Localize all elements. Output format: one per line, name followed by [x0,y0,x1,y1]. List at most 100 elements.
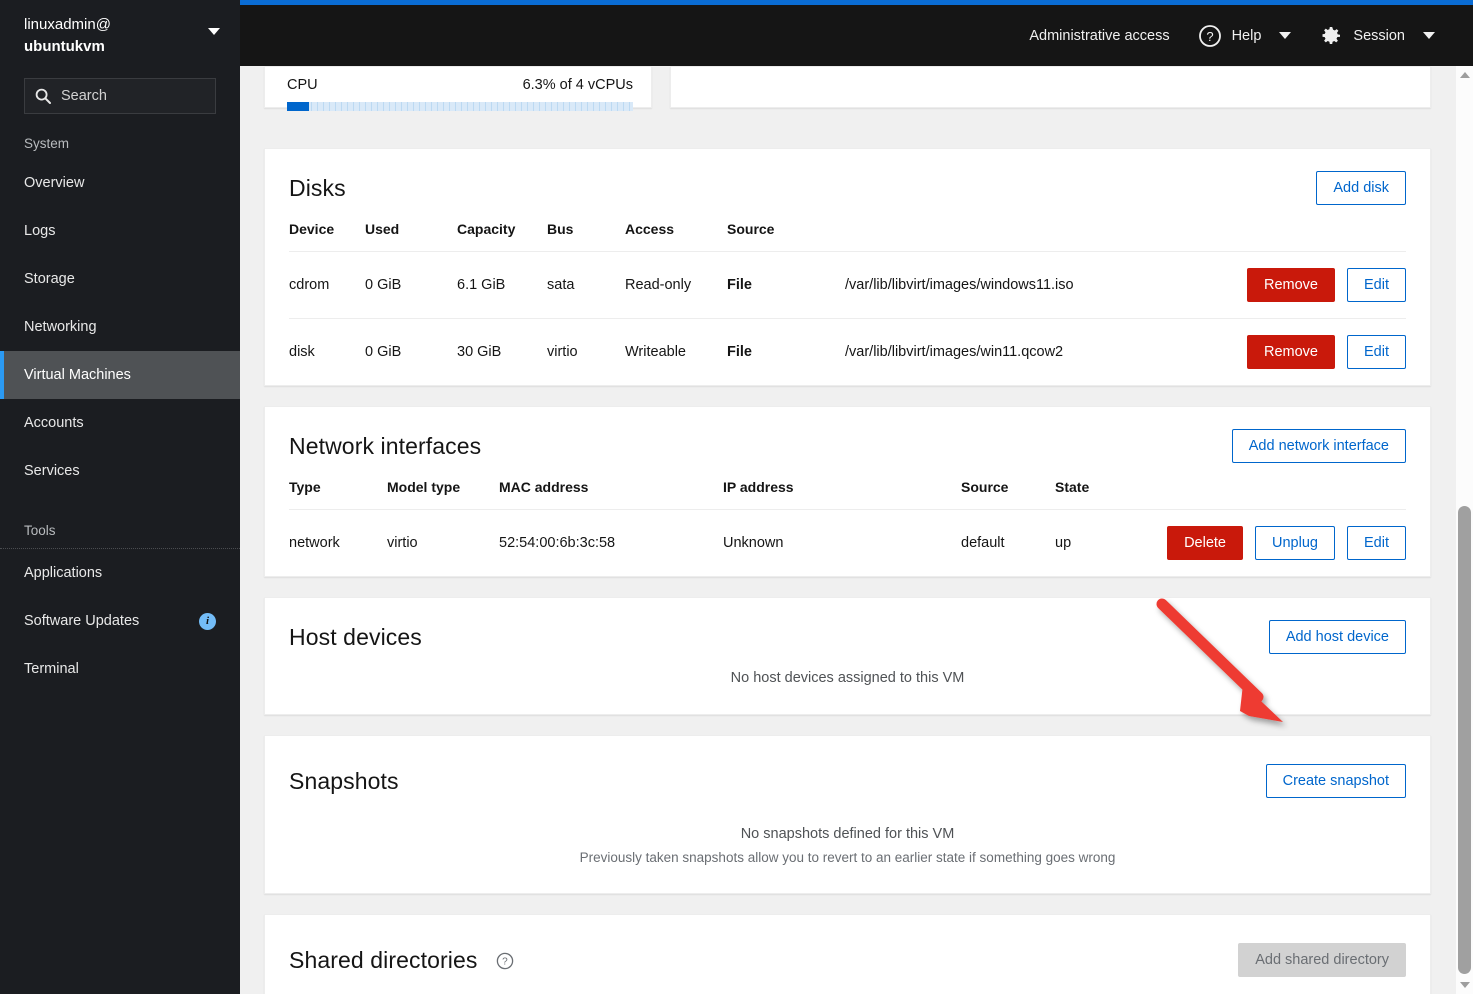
topbar: Administrative access ? Help Session [240,5,1473,66]
table-row: network virtio 52:54:00:6b:3c:58 Unknown… [289,509,1406,577]
sidebar-item-logs[interactable]: Logs [0,207,240,255]
add-disk-button[interactable]: Add disk [1316,171,1406,205]
svg-text:?: ? [1206,29,1213,44]
shared-directories-title-text: Shared directories [289,946,478,973]
network-interfaces-header: Network interfaces Add network interface [265,407,1430,479]
host-devices-title: Host devices [289,623,422,650]
column-header-source: Source [727,221,775,237]
edit-nic-button[interactable]: Edit [1347,526,1406,560]
add-host-device-button[interactable]: Add host device [1268,620,1406,654]
disks-table-wrap: Device Used Capacity Bus Access Source c… [265,221,1430,385]
disk-actions: Remove Edit [1198,319,1406,386]
page-content: CPU 6.3% of 4 vCPUs Disks Add disk Devic… [240,66,1455,994]
disk-used: 0 GiB [365,344,402,360]
gear-icon [1319,24,1343,48]
column-header-bus: Bus [547,221,574,237]
help-label: Help [1231,27,1262,44]
sidebar-item-label: Services [24,463,80,479]
disks-table-body: cdrom 0 GiB 6.1 GiB sata Read-only File … [289,251,1406,386]
sidebar-item-label: Applications [24,565,103,581]
table-row: cdrom 0 GiB 6.1 GiB sata Read-only File … [289,251,1406,319]
unplug-nic-button[interactable]: Unplug [1255,526,1335,560]
network-interfaces-title: Network interfaces [289,432,482,459]
sidebar-item-label: Logs [24,223,56,239]
sidebar-item-accounts[interactable]: Accounts [0,399,240,447]
sidebar-item-software-updates[interactable]: Software Updates i [0,597,240,645]
sidebar-item-label: Software Updates [24,613,140,629]
scroll-down-arrow-icon[interactable] [1460,982,1470,988]
chevron-down-icon[interactable] [1279,32,1292,39]
cpu-value: 6.3% of 4 vCPUs [522,77,633,93]
sidebar-item-label: Networking [24,319,97,335]
sidebar-item-terminal[interactable]: Terminal [0,645,240,693]
delete-nic-button[interactable]: Delete [1167,526,1243,560]
snapshots-header: Snapshots Create snapshot [265,736,1430,826]
nic-actions: Delete Unplug Edit [1128,510,1406,577]
disks-header: Disks Add disk [265,149,1430,221]
column-header-net-source: Source [961,479,1009,495]
disk-used: 0 GiB [365,277,402,293]
edit-disk-button[interactable]: Edit [1347,335,1406,369]
host-devices-header: Host devices Add host device [265,598,1430,670]
administrative-access-button[interactable]: Administrative access [1015,5,1183,66]
host-machine: ubuntukvm [24,38,105,55]
network-interfaces-card: Network interfaces Add network interface… [264,406,1431,577]
host-devices-empty-state: No host devices assigned to this VM [265,670,1430,714]
sidebar-item-virtual-machines[interactable]: Virtual Machines [0,351,240,399]
remove-disk-button[interactable]: Remove [1246,268,1335,302]
cpu-label: CPU [287,77,318,93]
host-devices-empty-text: No host devices assigned to this VM [730,670,965,686]
sidebar-item-services[interactable]: Services [0,447,240,495]
shared-directories-card: Shared directories ? Add shared director… [264,914,1431,994]
disk-device: disk [289,344,315,360]
column-header-disk-actions [1198,221,1406,252]
column-header-access: Access [625,221,675,237]
cpu-metric-head: CPU 6.3% of 4 vCPUs [287,77,633,93]
disk-capacity: 6.1 GiB [457,277,506,293]
disk-source-type: File [727,277,752,293]
help-icon[interactable]: ? [496,952,514,970]
column-header-device: Device [289,221,335,237]
session-menu[interactable]: Session [1305,5,1449,66]
sidebar-item-overview[interactable]: Overview [0,159,240,207]
column-header-type: Type [289,479,321,495]
disk-actions: Remove Edit [1198,252,1406,319]
search-input[interactable]: Search [24,78,216,114]
host-name: linuxadmin@ ubuntukvm [24,14,111,58]
chevron-down-icon[interactable] [208,28,220,35]
search-icon [35,88,51,104]
sidebar: linuxadmin@ ubuntukvm Search System Over… [0,0,240,994]
vertical-scrollbar[interactable] [1455,66,1473,994]
nic-source: default [961,535,1005,551]
svg-text:?: ? [502,957,508,968]
column-header-ip-address: IP address [723,479,794,495]
nav-section-system-label: System [24,136,70,151]
shared-directories-header: Shared directories ? Add shared director… [265,915,1430,994]
help-menu[interactable]: ? Help [1184,5,1306,66]
sidebar-item-networking[interactable]: Networking [0,303,240,351]
sidebar-item-label: Virtual Machines [24,367,131,383]
network-table-head: Type Model type MAC address IP address S… [289,479,1406,510]
disk-access: Writeable [625,344,686,360]
cpu-progress-bar [287,102,633,111]
chevron-down-icon[interactable] [1423,32,1435,39]
edit-disk-button[interactable]: Edit [1347,268,1406,302]
add-shared-directory-button: Add shared directory [1238,943,1406,977]
sidebar-item-applications[interactable]: Applications [0,549,240,597]
add-network-interface-button[interactable]: Add network interface [1231,429,1406,463]
host-user: linuxadmin@ [24,16,111,33]
scrollbar-thumb[interactable] [1458,506,1471,974]
disk-capacity: 30 GiB [457,344,502,360]
disk-device: cdrom [289,277,330,293]
shared-directories-title: Shared directories ? [289,947,514,974]
host-switcher[interactable]: linuxadmin@ ubuntukvm [0,0,240,68]
sidebar-item-storage[interactable]: Storage [0,255,240,303]
main-area: Administrative access ? Help Session CPU… [240,0,1473,994]
sidebar-item-label: Accounts [24,415,84,431]
search-placeholder: Search [61,88,107,104]
create-snapshot-button[interactable]: Create snapshot [1265,764,1406,798]
table-row: disk 0 GiB 30 GiB virtio Writeable File … [289,318,1406,386]
disk-bus: virtio [547,344,578,360]
scroll-up-arrow-icon[interactable] [1460,72,1470,78]
remove-disk-button[interactable]: Remove [1246,335,1335,369]
